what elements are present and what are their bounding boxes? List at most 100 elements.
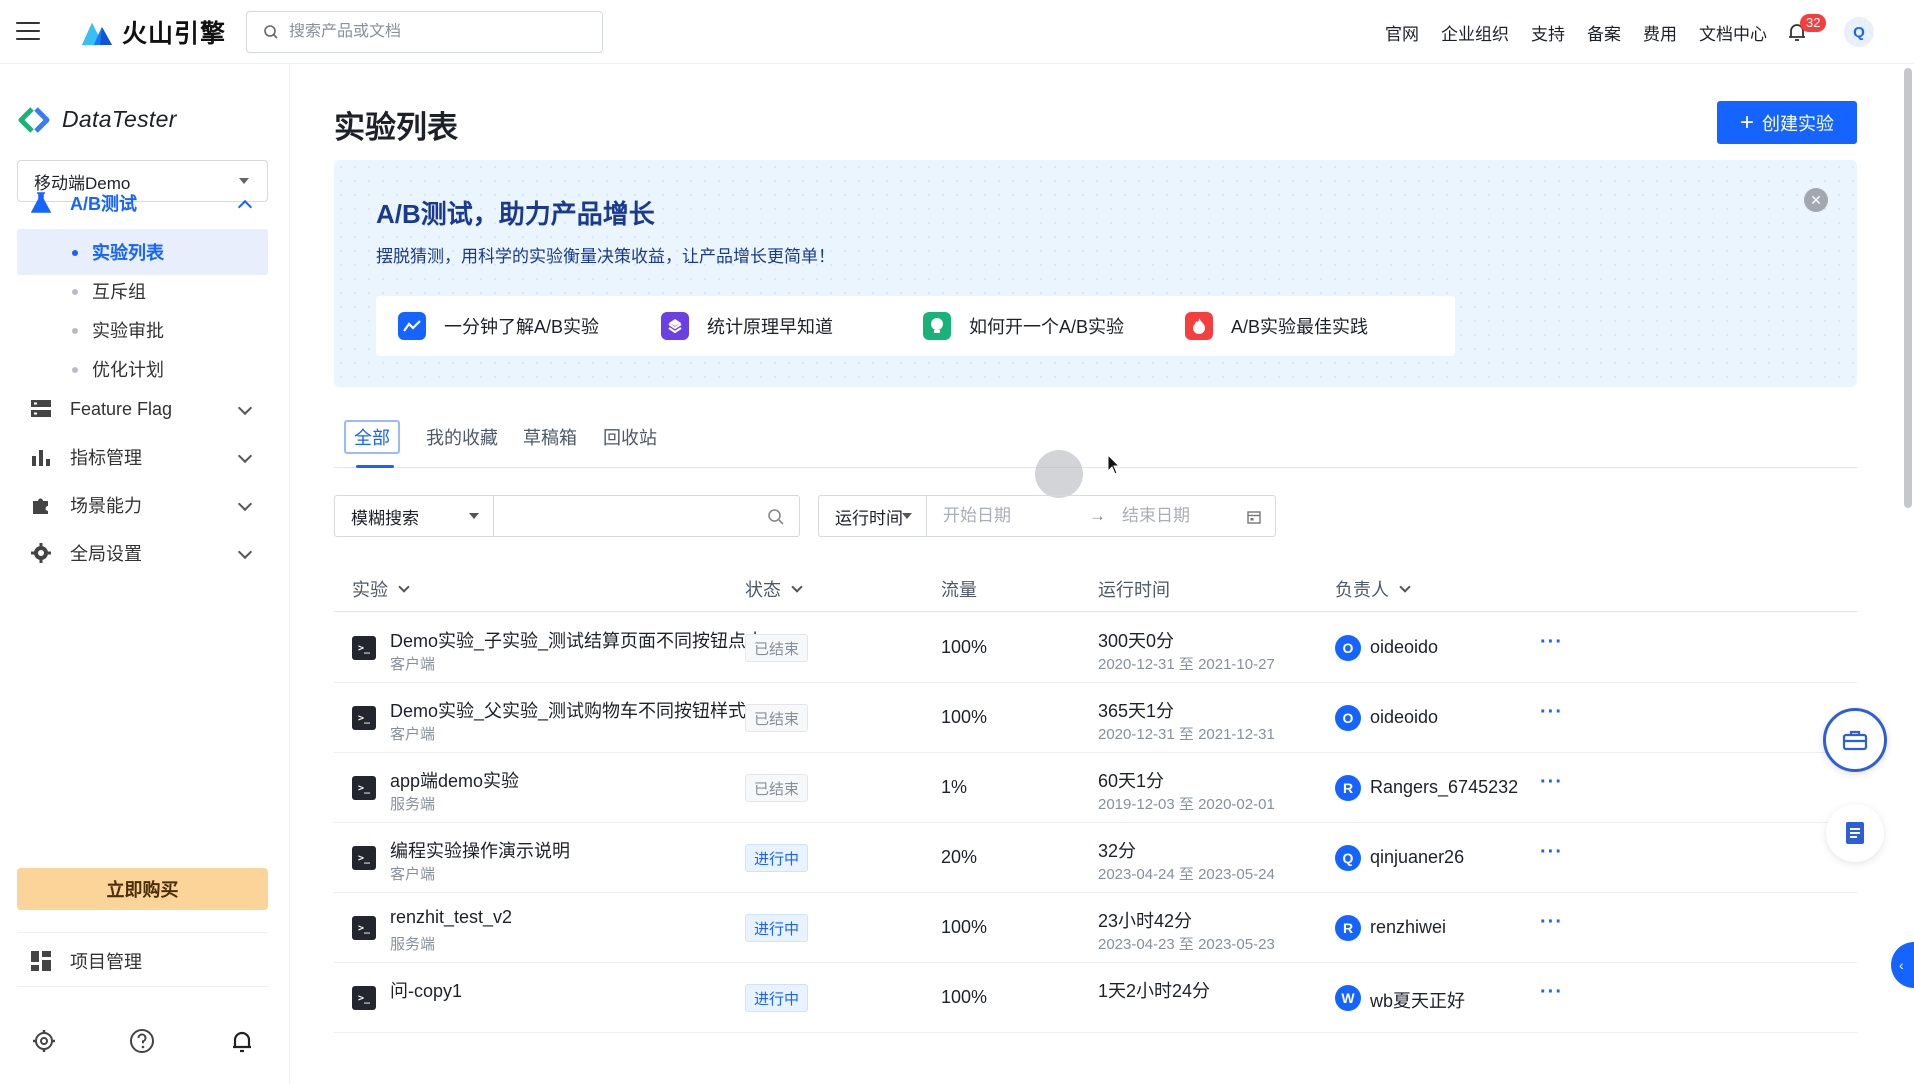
experiment-name[interactable]: 问-copy1 (390, 977, 462, 1003)
search-icon[interactable] (767, 508, 785, 526)
table-row[interactable]: >_ 问-copy1 进行中 100% 1天2小时24分 Wwb夏天正好 ··· (334, 963, 1857, 1033)
menu-ab-test[interactable]: A/B测试 (0, 179, 290, 227)
user-avatar[interactable]: Q (1844, 17, 1874, 47)
card-how-to[interactable]: 如何开一个A/B实验 (901, 296, 1193, 356)
nav-billing[interactable]: 费用 (1643, 20, 1677, 45)
experiment-name[interactable]: app端demo实验 (390, 767, 519, 793)
chevron-down-icon[interactable] (237, 496, 253, 512)
table-row[interactable]: >_ Demo实验_子实验_测试结算页面不同按钮点击 客户端 已结束 100% 300天0… (334, 613, 1857, 683)
time-mode-value: 运行时间 (835, 508, 903, 528)
tab-trash[interactable]: 回收站 (603, 420, 657, 454)
more-actions-icon[interactable]: ··· (1540, 701, 1563, 724)
status-badge: 进行中 (745, 914, 809, 942)
terminal-icon: >_ (352, 636, 376, 660)
traffic-value: 1% (941, 777, 968, 797)
divider (17, 986, 268, 987)
traffic-value: 20% (941, 847, 978, 867)
menu-icon[interactable] (16, 22, 40, 40)
chevron-down-icon[interactable] (237, 400, 253, 416)
chevron-down-icon[interactable] (237, 544, 253, 560)
menu-global-settings[interactable]: 全局设置 (0, 529, 290, 577)
nav-docs[interactable]: 文档中心 (1699, 20, 1767, 45)
settings-icon[interactable] (30, 1027, 58, 1055)
terminal-icon: >_ (352, 986, 376, 1010)
chevron-down-icon[interactable] (237, 448, 253, 464)
date-range-picker[interactable]: → (926, 495, 1276, 537)
card-best-practice[interactable]: A/B实验最佳实践 (1163, 296, 1455, 356)
experiment-search-input[interactable] (510, 506, 799, 526)
card-label: A/B实验最佳实践 (1231, 317, 1369, 337)
datatester-logo[interactable]: DataTester (18, 106, 177, 133)
create-experiment-button[interactable]: + 创建实验 (1717, 101, 1857, 144)
server-icon (30, 398, 52, 420)
chevron-down-icon[interactable] (398, 581, 410, 593)
nav-organization[interactable]: 企业组织 (1441, 20, 1509, 45)
nav-filing[interactable]: 备案 (1587, 20, 1621, 45)
table-row[interactable]: >_ app端demo实验 服务端 已结束 1% 60天1分 2019-12-03 至 20… (334, 753, 1857, 823)
close-icon[interactable]: ✕ (1804, 188, 1828, 212)
table-row[interactable]: >_ renzhit_test_v2 服务端 进行中 100% 23小时42分 2023-0… (334, 893, 1857, 963)
tab-drafts[interactable]: 草稿箱 (523, 420, 577, 454)
column-label: 负责人 (1335, 580, 1389, 600)
toolbox-float-button[interactable] (1823, 708, 1887, 772)
nav-official-site[interactable]: 官网 (1385, 20, 1419, 45)
column-owner[interactable]: 负责人 (1335, 576, 1411, 602)
sidebar-footer (0, 1027, 290, 1067)
scrollbar-thumb[interactable] (1904, 68, 1912, 508)
search-mode-select[interactable]: 模糊搜索 (334, 495, 494, 537)
table-row[interactable]: >_ 编程实验操作演示说明 客户端 进行中 20% 32分 2023-04-24 至 202… (334, 823, 1857, 893)
menu-global-settings-label: 全局设置 (70, 544, 142, 564)
chevron-down-icon[interactable] (791, 581, 803, 593)
arrow-right-icon: → (1089, 506, 1106, 525)
create-experiment-label: 创建实验 (1762, 113, 1834, 134)
global-search[interactable] (246, 11, 603, 53)
experiment-name[interactable]: renzhit_test_v2 (390, 907, 512, 928)
experiment-name[interactable]: 编程实验操作演示说明 (390, 837, 570, 863)
more-actions-icon[interactable]: ··· (1540, 841, 1563, 864)
table-row[interactable]: >_ Demo实验_父实验_测试购物车不同按钮样式... 客户端 已结束 100% 365… (334, 683, 1857, 753)
help-icon[interactable] (128, 1027, 156, 1055)
volcano-logo-icon (82, 23, 112, 45)
card-statistics[interactable]: 统计原理早知道 (639, 296, 931, 356)
chevron-up-icon[interactable] (237, 199, 253, 215)
avatar: R (1335, 775, 1361, 801)
search-input[interactable] (289, 23, 589, 41)
bell-icon[interactable] (228, 1027, 256, 1055)
page-title: 实验列表 (334, 110, 458, 145)
tab-all[interactable]: 全部 (344, 420, 400, 454)
more-actions-icon[interactable]: ··· (1540, 911, 1563, 934)
caret-down-icon (469, 513, 479, 519)
status-badge: 已结束 (745, 774, 809, 802)
experiment-search-field[interactable] (493, 495, 800, 537)
menu-metrics[interactable]: 指标管理 (0, 433, 290, 481)
column-status[interactable]: 状态 (745, 576, 803, 602)
menu-project-management[interactable]: 项目管理 (0, 937, 290, 985)
card-intro-ab[interactable]: 一分钟了解A/B实验 (376, 296, 668, 356)
status-badge: 已结束 (745, 704, 809, 732)
experiment-name[interactable]: Demo实验_子实验_测试结算页面不同按钮点击 (390, 627, 764, 653)
more-actions-icon[interactable]: ··· (1540, 771, 1563, 794)
calendar-icon[interactable] (1247, 510, 1261, 524)
datatester-logo-icon (18, 106, 50, 133)
scrollbar[interactable] (1902, 64, 1914, 1084)
chevron-down-icon[interactable] (1399, 581, 1411, 593)
brand-logo[interactable]: 火山引擎 (80, 14, 226, 50)
end-date-input[interactable] (1122, 506, 1252, 526)
nav-support[interactable]: 支持 (1531, 20, 1565, 45)
menu-scenarios[interactable]: 场景能力 (0, 481, 290, 529)
time-mode-select[interactable]: 运行时间 (818, 495, 927, 537)
column-experiment[interactable]: 实验 (352, 576, 410, 602)
notification-badge: 32 (1800, 14, 1827, 32)
buy-now-button[interactable]: 立即购买 (17, 868, 268, 910)
start-date-input[interactable] (943, 506, 1073, 526)
runtime-duration: 32分 (1098, 841, 1137, 861)
runtime-duration: 300天0分 (1098, 631, 1175, 651)
experiment-name[interactable]: Demo实验_父实验_测试购物车不同按钮样式... (390, 697, 761, 723)
more-actions-icon[interactable]: ··· (1540, 631, 1563, 654)
runtime-range: 2020-12-31 至 2021-12-31 (1098, 726, 1275, 743)
tab-favorites[interactable]: 我的收藏 (426, 420, 498, 454)
owner-name: renzhiwei (1370, 917, 1447, 937)
docs-float-button[interactable] (1826, 804, 1884, 862)
more-actions-icon[interactable]: ··· (1540, 981, 1563, 1004)
menu-feature-flag[interactable]: Feature Flag (0, 385, 290, 433)
